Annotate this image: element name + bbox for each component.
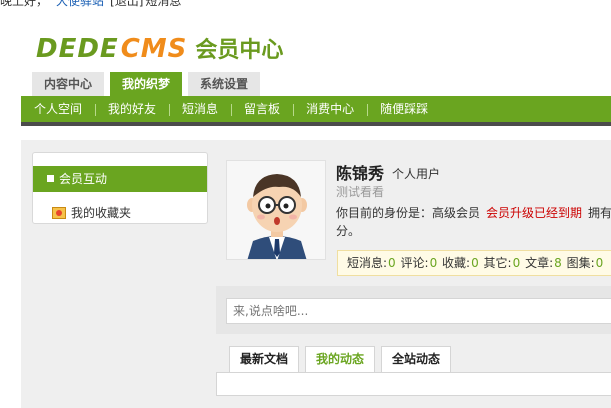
stat-sms-count[interactable]: 0 [388, 256, 396, 270]
collapse-icon [47, 175, 54, 182]
greeting-text: 晚上好， [0, 0, 49, 8]
sidebar-item-favorites[interactable]: 我的收藏夹 [52, 205, 131, 221]
stat-comment-label: 评论: [400, 256, 429, 270]
tab-content-center[interactable]: 内容中心 [32, 72, 105, 96]
profile-role-prefix: 你目前的身份是：高级会员 [336, 206, 481, 220]
favorites-folder-icon [52, 207, 66, 219]
nav-browse-random[interactable]: 随便踩踩 [367, 96, 441, 122]
nav-short-messages[interactable]: 短消息 [169, 96, 231, 122]
sub-navigation: 个人空间 我的好友 短消息 留言板 消费中心 随便踩踩 [21, 96, 611, 126]
site-logo[interactable]: DEDE CMS 会员中心 [36, 32, 283, 64]
nav-consumption-center[interactable]: 消费中心 [293, 96, 367, 122]
sidebar-section-member-interaction[interactable]: 会员互动 [33, 166, 207, 192]
logo-dede-text: DEDE [36, 34, 119, 64]
profile-user-type: 个人用户 [392, 167, 441, 181]
site-link[interactable]: 大使驿站 [56, 0, 104, 8]
top-greeting-bar: 晚上好， 大使驿站 [退出] 短消息 [0, 0, 611, 8]
stat-other-label: 其它: [483, 256, 512, 270]
profile-role-tail: 拥有 [588, 206, 611, 220]
stat-other-count[interactable]: 0 [513, 256, 521, 270]
tab-latest-documents[interactable]: 最新文档 [229, 346, 300, 372]
nav-guestbook[interactable]: 留言板 [231, 96, 293, 122]
cartoon-avatar-icon [227, 161, 325, 259]
stat-article-count[interactable]: 8 [554, 256, 562, 270]
feed-panel [216, 372, 611, 396]
profile-name: 陈锦秀 [336, 164, 385, 183]
membership-expired-link[interactable]: 会员升级已经到期 [486, 206, 582, 220]
stat-image-label: 图集: [566, 256, 595, 270]
tab-system-settings[interactable]: 系统设置 [188, 72, 261, 96]
status-input[interactable] [226, 298, 611, 324]
nav-my-friends[interactable]: 我的好友 [95, 96, 169, 122]
logout-link[interactable]: [退出] [110, 0, 143, 8]
nav-personal-space[interactable]: 个人空间 [21, 96, 95, 122]
stat-sms-label: 短消息: [347, 256, 388, 270]
tab-site-activity[interactable]: 全站动态 [381, 346, 452, 372]
stat-fav-count[interactable]: 0 [471, 256, 479, 270]
tab-my-activity[interactable]: 我的动态 [305, 346, 376, 372]
messages-link[interactable]: 短消息 [145, 0, 181, 8]
sidebar: 会员互动 我的收藏夹 [32, 152, 208, 224]
profile-role-line2: 分。 [336, 224, 361, 238]
stat-article-label: 文章: [525, 256, 554, 270]
sidebar-item-label: 我的收藏夹 [71, 206, 132, 220]
stat-image-count[interactable]: 0 [596, 256, 604, 270]
tab-my-dream[interactable]: 我的织梦 [110, 72, 183, 96]
stats-bar: 短消息:0 评论:0 收藏:0 其它:0 文章:8 图集:0 [337, 250, 611, 276]
profile-signature: 测试看看 [336, 185, 385, 199]
feed-tabs: 最新文档 我的动态 全站动态 [229, 346, 457, 372]
header: DEDE CMS 会员中心 [0, 8, 611, 74]
avatar[interactable] [226, 160, 326, 260]
main-tabs: 内容中心 我的织梦 系统设置 [32, 72, 266, 96]
stat-fav-label: 收藏: [442, 256, 471, 270]
logo-cms-text: CMS [120, 34, 188, 64]
stat-comment-count[interactable]: 0 [430, 256, 438, 270]
sidebar-section-label: 会员互动 [59, 172, 108, 186]
profile-role-line: 你目前的身份是：高级会员 会员升级已经到期 拥有 [336, 204, 611, 221]
logo-member-center-text: 会员中心 [195, 38, 284, 63]
